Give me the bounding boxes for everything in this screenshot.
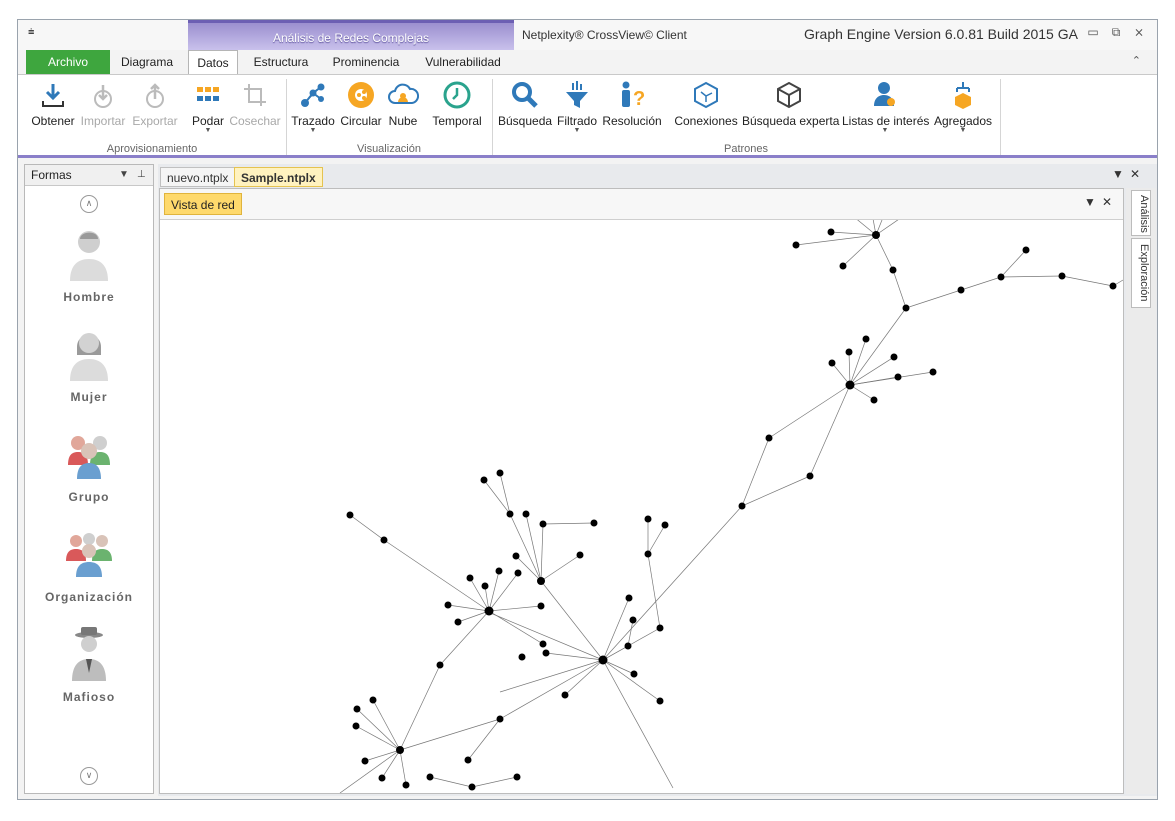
cosechar-button[interactable]: Cosechar: [228, 79, 282, 128]
chevron-down-icon: ▼: [573, 127, 581, 134]
close-doc-icon[interactable]: ✕: [1130, 167, 1140, 181]
tab-prominencia[interactable]: Prominencia: [324, 50, 408, 74]
aggregate-box-icon: [932, 79, 994, 111]
filtrado-button[interactable]: Filtrado ▼: [556, 79, 598, 134]
group-separator: [1000, 79, 1001, 155]
exportar-button[interactable]: Exportar: [130, 79, 180, 128]
svg-text:?: ?: [633, 88, 645, 110]
scroll-up-button[interactable]: ∧: [80, 195, 98, 213]
busqueda-button[interactable]: Búsqueda: [498, 79, 552, 128]
group-label-aprovisionamiento: Aprovisionamiento: [106, 143, 198, 155]
woman-icon: [70, 333, 108, 381]
filter-icon: [556, 79, 598, 111]
tab-vulnerabilidad[interactable]: Vulnerabilidad: [416, 50, 510, 74]
group-label-patrones: Patrones: [723, 143, 769, 155]
resolucion-button[interactable]: ? Resolución: [602, 79, 662, 128]
chevron-down-icon: ▼: [204, 127, 212, 134]
side-tab-analisis[interactable]: Análisis: [1131, 190, 1151, 236]
clock-icon: [430, 79, 484, 111]
tab-datos[interactable]: Datos: [188, 50, 238, 74]
doc-tab-sample[interactable]: Sample.ntplx: [234, 167, 323, 187]
collapse-ribbon-icon[interactable]: ⌃: [1132, 54, 1141, 67]
mafioso-icon: [72, 627, 106, 681]
document-content: Vista de red ▼ ✕: [159, 188, 1124, 794]
crop-icon: [228, 79, 282, 111]
podar-button[interactable]: Podar ▼: [188, 79, 228, 134]
restore-icon[interactable]: ⧉: [1107, 25, 1125, 40]
organization-icon: [66, 533, 112, 577]
pin-icon[interactable]: ⊥: [137, 165, 146, 185]
busqueda-experta-button[interactable]: Búsqueda experta: [742, 79, 839, 128]
prune-grid-icon: [188, 79, 228, 111]
side-tabs: Análisis Exploración: [1126, 188, 1156, 794]
download-icon: [30, 79, 76, 111]
export-icon: [130, 79, 180, 111]
conexiones-button[interactable]: Conexiones: [674, 79, 738, 128]
shape-mafioso[interactable]: Mafioso: [25, 625, 153, 704]
cube-icon: [742, 79, 836, 111]
doc-tab-nuevo[interactable]: nuevo.ntplx: [160, 167, 236, 187]
quick-access-menu-icon[interactable]: ⩧: [28, 26, 34, 39]
chevron-down-icon: ▼: [959, 127, 967, 134]
graph-nodes: [346, 228, 1117, 791]
panel-dropdown-icon[interactable]: ▼: [119, 165, 129, 185]
shape-organizacion[interactable]: Organización: [25, 525, 153, 604]
doc-list-dropdown-icon[interactable]: ▼: [1112, 167, 1124, 181]
engine-version-title: Graph Engine Version 6.0.81 Build 2015 G…: [804, 26, 1078, 42]
document-area: nuevo.ntplx Sample.ntplx ▼ ✕ Vista de re…: [158, 164, 1157, 796]
chevron-down-icon: ▼: [309, 127, 317, 134]
circular-button[interactable]: Circular: [338, 79, 384, 128]
shapes-panel-title: Formas: [31, 168, 72, 182]
import-icon: [78, 79, 128, 111]
network-layout-icon: [290, 79, 336, 111]
vista-de-red-button[interactable]: Vista de red: [164, 193, 242, 215]
trazado-button[interactable]: Trazado ▼: [290, 79, 336, 134]
shape-hombre[interactable]: Hombre: [25, 225, 153, 304]
side-tab-exploracion[interactable]: Exploración: [1131, 238, 1151, 308]
app-window: ⩧ Análisis de Redes Complejas Netplexity…: [17, 19, 1158, 800]
shapes-panel: Formas ▼ ⊥ ∧ Hombre Mujer Grupo Organiza…: [24, 164, 154, 794]
shape-mujer[interactable]: Mujer: [25, 325, 153, 404]
tab-diagrama[interactable]: Diagrama: [112, 50, 182, 74]
title-bar: ⩧ Análisis de Redes Complejas Netplexity…: [18, 20, 1157, 50]
close-window-icon[interactable]: ⨯: [1130, 25, 1148, 39]
man-icon: [70, 231, 108, 281]
group-icon: [68, 436, 110, 479]
view-header: Vista de red ▼ ✕: [160, 189, 1123, 220]
obtener-button[interactable]: Obtener: [30, 79, 76, 128]
nube-button[interactable]: Nube: [386, 79, 420, 128]
user-gear-icon: [842, 79, 928, 111]
connections-cube-icon: [674, 79, 738, 111]
ribbon: Obtener Importar Exportar Podar ▼ Cosech…: [18, 74, 1157, 158]
listas-de-interes-button[interactable]: Listas de interés ▼: [842, 79, 929, 134]
context-group-label: Análisis de Redes Complejas: [188, 20, 514, 50]
cloud-icon: [386, 79, 420, 111]
network-graph[interactable]: [160, 220, 1123, 793]
chevron-down-icon: ▼: [881, 127, 889, 134]
search-icon: [498, 79, 552, 111]
tab-archivo[interactable]: Archivo: [26, 50, 110, 74]
ribbon-tabs: Archivo Diagrama Datos Estructura Promin…: [18, 50, 1157, 74]
circular-layout-icon: [338, 79, 384, 111]
graph-edges: [339, 220, 1123, 793]
person-question-icon: ?: [602, 79, 662, 111]
importar-button[interactable]: Importar: [78, 79, 128, 128]
network-canvas[interactable]: [160, 220, 1123, 793]
close-view-icon[interactable]: ✕: [1102, 195, 1112, 209]
scroll-down-button[interactable]: ∨: [80, 767, 98, 785]
agregados-button[interactable]: Agregados ▼: [932, 79, 994, 134]
temporal-button[interactable]: Temporal: [430, 79, 484, 128]
minimize-icon[interactable]: ▭: [1084, 25, 1102, 39]
group-label-visualizacion: Visualización: [356, 143, 421, 155]
shapes-panel-header: Formas ▼ ⊥: [25, 165, 153, 186]
shape-grupo[interactable]: Grupo: [25, 425, 153, 504]
app-title: Netplexity® CrossView© Client: [522, 28, 687, 42]
tab-estructura[interactable]: Estructura: [244, 50, 318, 74]
view-dropdown-icon[interactable]: ▼: [1084, 195, 1096, 209]
